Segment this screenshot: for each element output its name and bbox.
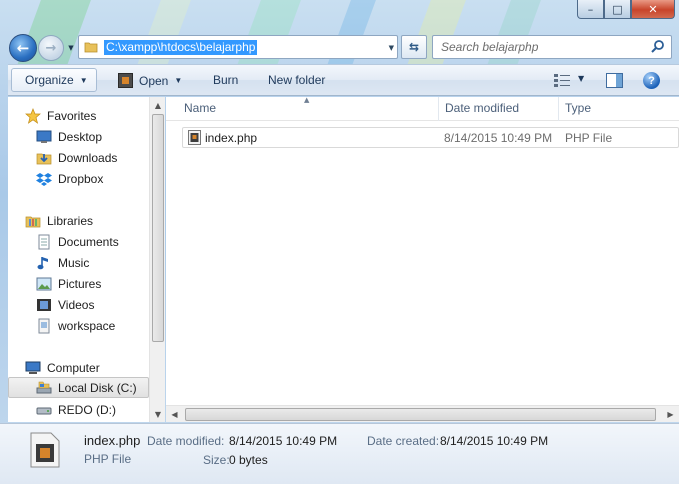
organize-label: Organize [25,73,74,87]
address-path[interactable]: C:\xampp\htdocs\belajarphp [104,40,258,55]
refresh-button[interactable]: ⇆ [401,35,427,59]
computer-icon [25,361,41,374]
sidebar-item-label: Music [58,255,90,270]
horizontal-scrollbar[interactable]: ◀ ▶ [166,405,679,422]
sidebar-item-label: Computer [47,360,100,375]
close-button[interactable]: ✕ [631,0,675,19]
details-date-modified-label: Date modified: [147,434,225,448]
drive-icon [36,381,52,393]
videos-icon [37,298,51,311]
search-placeholder: Search belajarphp [441,40,539,54]
sidebar-item-label: Pictures [58,276,102,291]
maximize-button[interactable]: □ [604,0,631,19]
back-button[interactable]: ← [9,34,37,62]
window-controls: – □ ✕ [577,0,675,20]
sidebar-item-label: REDO (D:) [58,402,116,417]
scroll-right-icon[interactable]: ▶ [662,406,679,423]
file-date-modified: 8/14/2015 10:49 PM [444,131,553,145]
details-date-created-label: Date created: [367,434,440,448]
column-header-type[interactable]: Type [565,101,591,115]
scroll-left-icon[interactable]: ◀ [166,406,183,423]
arrow-left-icon: ← [16,39,30,57]
forward-button[interactable]: → [38,35,64,61]
pictures-icon [36,277,52,290]
details-pane: index.php PHP File Date modified: 8/14/2… [0,423,679,484]
address-bar[interactable]: C:\xampp\htdocs\belajarphp ▼ [78,35,398,59]
chevron-down-icon: ▼ [68,44,74,52]
sidebar-item-local-disk-c[interactable]: Local Disk (C:) [8,377,149,398]
sidebar-item-label: Dropbox [58,171,104,186]
sidebar-item-label: Libraries [47,213,94,228]
column-header-date-modified[interactable]: Date modified [445,101,519,115]
sort-ascending-icon: ▲ [304,96,310,104]
documents-icon [38,234,50,249]
burn-button[interactable]: Burn [213,73,238,87]
details-size-value: 0 bytes [229,453,268,467]
desktop-icon [36,130,52,143]
minimize-button[interactable]: – [577,0,604,19]
navigation-pane: Favorites Desktop Downloads Dropbox Libr… [8,97,149,422]
open-button[interactable]: Open ▼ [118,73,182,88]
file-list: ▲ Name Date modified Type index.php 8/14… [166,96,679,422]
table-row[interactable]: index.php 8/14/2015 10:49 PM PHP File [182,127,679,148]
new-folder-label: New folder [268,73,326,87]
column-header-row: ▲ Name Date modified Type [166,96,679,121]
scroll-up-icon[interactable]: ▲ [150,97,166,113]
chevron-down-icon[interactable]: ▼ [578,74,584,83]
details-size-label: Size: [203,453,230,467]
sidebar-item-label: Documents [58,234,119,249]
workspace-icon [38,318,50,333]
details-date-modified-value: 8/14/2015 10:49 PM [229,434,338,448]
details-file-type: PHP File [84,452,132,466]
refresh-icon: ⇆ [408,40,420,54]
sidebar-item-label: Desktop [58,129,103,144]
php-file-icon [188,130,201,145]
view-options-icon[interactable] [554,74,570,87]
file-type: PHP File [565,131,613,145]
burn-label: Burn [213,73,239,87]
column-divider[interactable] [558,97,559,121]
php-file-icon [30,432,60,468]
sidebar-item-computer[interactable]: Computer [25,357,166,378]
sublime-icon [118,73,133,88]
sidebar-item-label: Videos [58,297,95,312]
downloads-icon [36,153,52,164]
column-header-name[interactable]: Name [184,101,216,115]
arrow-right-icon: → [45,40,57,56]
sidebar-item-label: workspace [58,318,116,333]
column-divider[interactable] [438,97,439,121]
music-icon [37,256,48,269]
search-icon[interactable] [650,39,666,55]
scroll-down-icon[interactable]: ▼ [150,406,166,422]
chevron-down-icon: ▼ [174,76,183,85]
details-date-created-value: 8/14/2015 10:49 PM [440,434,549,448]
chevron-down-icon[interactable]: ▼ [389,44,394,52]
sidebar-item-label: Local Disk (C:) [58,380,137,395]
command-bar: Organize ▼ Open ▼ Burn New folder ▼ ? [8,64,679,96]
sidebar-item-label: Favorites [47,108,97,123]
help-icon[interactable]: ? [643,72,660,89]
new-folder-button[interactable]: New folder [268,73,325,87]
sidebar-item-label: Downloads [58,150,118,165]
scrollbar-thumb[interactable] [152,114,164,342]
chevron-down-icon: ▼ [79,75,88,85]
open-label: Open [139,73,169,88]
sidebar-item-libraries[interactable]: Libraries [25,210,166,231]
details-file-name: index.php [84,433,141,448]
scrollbar-thumb[interactable] [185,408,656,421]
dropbox-icon [36,172,52,186]
star-icon [25,107,41,124]
drive-icon [36,407,52,414]
recent-pages-dropdown[interactable]: ▼ [66,43,76,53]
folder-icon [84,42,98,53]
file-name: index.php [205,131,258,145]
search-input[interactable]: Search belajarphp [432,35,672,59]
preview-pane-icon[interactable] [606,73,623,88]
sidebar-scrollbar[interactable]: ▲ ▼ [149,97,165,422]
organize-label-wrap[interactable]: Organize ▼ [25,73,88,87]
sidebar-item-favorites[interactable]: Favorites [25,105,166,126]
libraries-icon [25,216,41,227]
